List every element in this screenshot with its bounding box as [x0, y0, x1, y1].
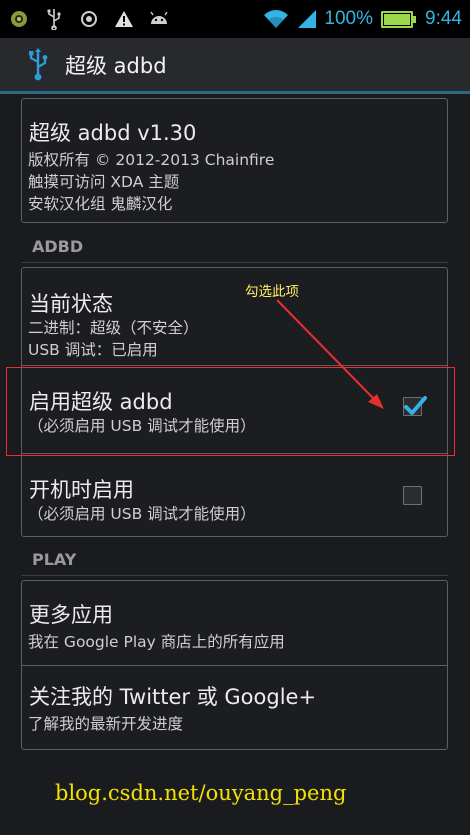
enable-on-boot-checkbox[interactable]	[403, 486, 422, 505]
pref-more-apps[interactable]: 更多应用 我在 Google Play 商店上的所有应用	[22, 581, 447, 665]
wifi-icon	[262, 8, 290, 30]
pref-enable-on-boot[interactable]: 开机时启用 （必须启用 USB 调试才能使用）	[22, 454, 447, 538]
battery-icon	[381, 10, 417, 28]
annotation-label: 勾选此项	[245, 284, 299, 300]
annotation-highlight-box	[6, 367, 455, 456]
usb-icon	[43, 8, 65, 30]
signal-icon	[296, 8, 318, 30]
pref-title: 关注我的 Twitter 或 Google+	[29, 685, 317, 709]
about-line: 触摸可访问 XDA 主题	[28, 173, 180, 191]
app-title: 超级 adbd	[65, 53, 167, 78]
clock: 9:44	[425, 8, 462, 29]
about-card[interactable]: 超级 adbd v1.30 版权所有 © 2012-2013 Chainfire…	[21, 98, 448, 223]
notification-icons	[0, 8, 170, 30]
pref-summary: （必须启用 USB 调试才能使用）	[28, 505, 256, 523]
pref-summary: 了解我的最新开发进度	[28, 715, 184, 733]
watermark: blog.csdn.net/ouyang_peng	[55, 781, 347, 805]
play-card: 更多应用 我在 Google Play 商店上的所有应用 关注我的 Twitte…	[21, 580, 448, 750]
pref-current-status[interactable]: 当前状态 二进制：超级（不安全） USB 调试：已启用	[22, 268, 447, 365]
section-divider	[21, 262, 448, 263]
pref-title: 开机时启用	[29, 478, 134, 502]
about-title: 超级 adbd v1.30	[29, 121, 197, 145]
about-line: 安软汉化组 鬼麟汉化	[28, 195, 173, 213]
android-debug-icon	[8, 8, 30, 30]
section-divider	[21, 575, 448, 576]
pref-title: 当前状态	[29, 292, 113, 316]
target-icon	[78, 8, 100, 30]
pref-title: 更多应用	[29, 603, 113, 627]
pref-summary: 二进制：超级（不安全）	[28, 319, 199, 337]
about-line: 版权所有 © 2012-2013 Chainfire	[28, 151, 275, 169]
status-bar: 100% 9:44	[0, 0, 470, 38]
warning-icon	[113, 8, 135, 30]
preferences-list[interactable]: 超级 adbd v1.30 版权所有 © 2012-2013 Chainfire…	[0, 94, 470, 835]
section-header-play: PLAY	[32, 550, 77, 569]
action-bar: 超级 adbd	[0, 38, 470, 94]
pref-summary: 我在 Google Play 商店上的所有应用	[28, 633, 285, 651]
android-icon	[148, 8, 170, 30]
pref-follow-me[interactable]: 关注我的 Twitter 或 Google+ 了解我的最新开发进度	[22, 666, 447, 751]
section-header-adbd: ADBD	[32, 237, 84, 256]
system-status: 100% 9:44	[262, 8, 470, 30]
usb-icon[interactable]	[27, 47, 49, 82]
pref-summary: USB 调试：已启用	[28, 341, 158, 359]
battery-percent: 100%	[324, 8, 374, 29]
